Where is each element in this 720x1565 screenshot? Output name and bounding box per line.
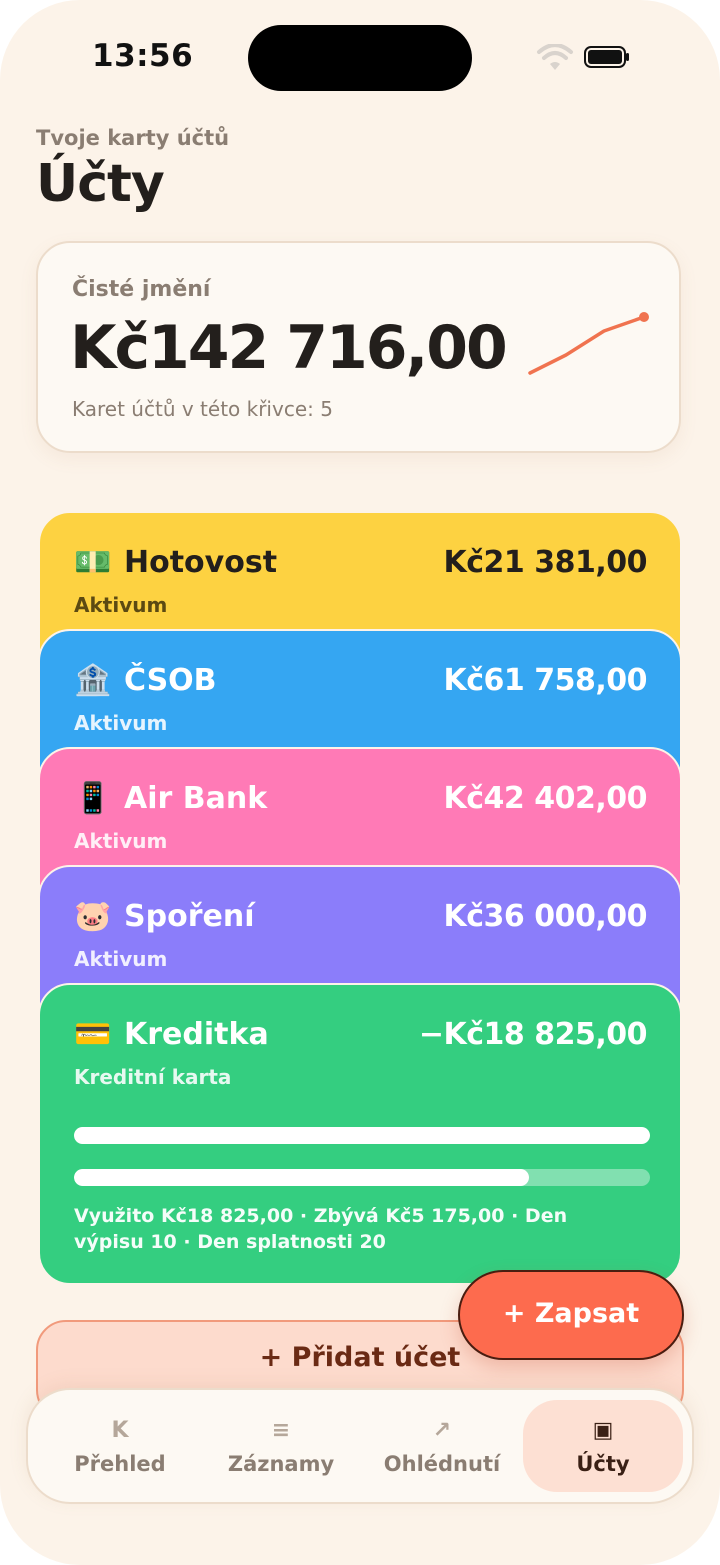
account-name: Hotovost [124,545,278,580]
overview-icon: K [111,1418,129,1443]
add-record-button[interactable]: + Zapsat [458,1270,684,1360]
mobile-phone-icon: 📱 [74,781,112,816]
page-title: Účty [36,154,165,214]
list-icon: ≡ [271,1418,291,1443]
status-time: 13:56 [92,38,194,74]
account-name: Air Bank [124,781,268,816]
tab-ohlednuti[interactable]: ↗ Ohlédnutí [362,1400,522,1492]
add-record-label: + Zapsat [502,1298,640,1329]
account-name: Kreditka [124,1017,269,1052]
arrow-up-right-icon: ↗ [432,1418,452,1443]
account-type: Aktivum [74,711,168,735]
dynamic-island [248,25,472,91]
net-worth-caption: Karet účtů v této křivce: 5 [72,397,333,421]
account-balance: Kč42 402,00 [443,781,648,816]
accounts-icon: ▣ [592,1418,614,1443]
phone-screen: 13:56 Tvoje karty účtů Účty Čisté jmění … [0,0,720,1565]
battery-icon [584,46,629,68]
wifi-icon [537,44,573,70]
net-worth-card[interactable]: Čisté jmění Kč142 716,00 Karet účtů v té… [36,241,681,453]
account-balance: −Kč18 825,00 [418,1017,648,1052]
tab-zaznamy[interactable]: ≡ Záznamy [201,1400,361,1492]
account-balance: Kč61 758,00 [443,663,648,698]
net-worth-amount: Kč142 716,00 [70,313,508,383]
cash-icon: 💵 [74,545,112,580]
bank-icon: 🏦 [74,663,112,698]
credit-usage-bar [74,1169,650,1186]
account-balance: Kč21 381,00 [443,545,648,580]
credit-info: Využito Kč18 825,00 · Zbývá Kč5 175,00 ·… [74,1205,568,1253]
page-subtitle: Tvoje karty účtů [36,126,230,150]
account-type: Aktivum [74,829,168,853]
tab-label: Ohlédnutí [383,1452,501,1476]
account-type: Aktivum [74,593,168,617]
account-card-kreditka[interactable]: 💳 Kreditka −Kč18 825,00 Kreditní karta V… [38,983,682,1285]
tab-label: Účty [576,1452,630,1476]
account-type: Aktivum [74,947,168,971]
account-name: Spoření [124,899,255,934]
tab-label: Přehled [74,1452,166,1476]
tab-bar: K Přehled ≡ Záznamy ↗ Ohlédnutí ▣ Účty [26,1388,694,1504]
account-name: ČSOB [124,663,217,698]
credit-usage-fill [74,1169,530,1186]
tab-label: Záznamy [227,1452,335,1476]
tab-prehled[interactable]: K Přehled [40,1400,200,1492]
credit-card-icon: 💳 [74,1017,112,1052]
tab-ucty[interactable]: ▣ Účty [523,1400,683,1492]
pig-icon: 🐷 [74,899,112,934]
net-worth-label: Čisté jmění [72,277,211,302]
account-type: Kreditní karta [74,1065,232,1089]
account-balance: Kč36 000,00 [443,899,648,934]
net-worth-sparkline [528,312,649,375]
credit-limit-bar [74,1127,650,1144]
